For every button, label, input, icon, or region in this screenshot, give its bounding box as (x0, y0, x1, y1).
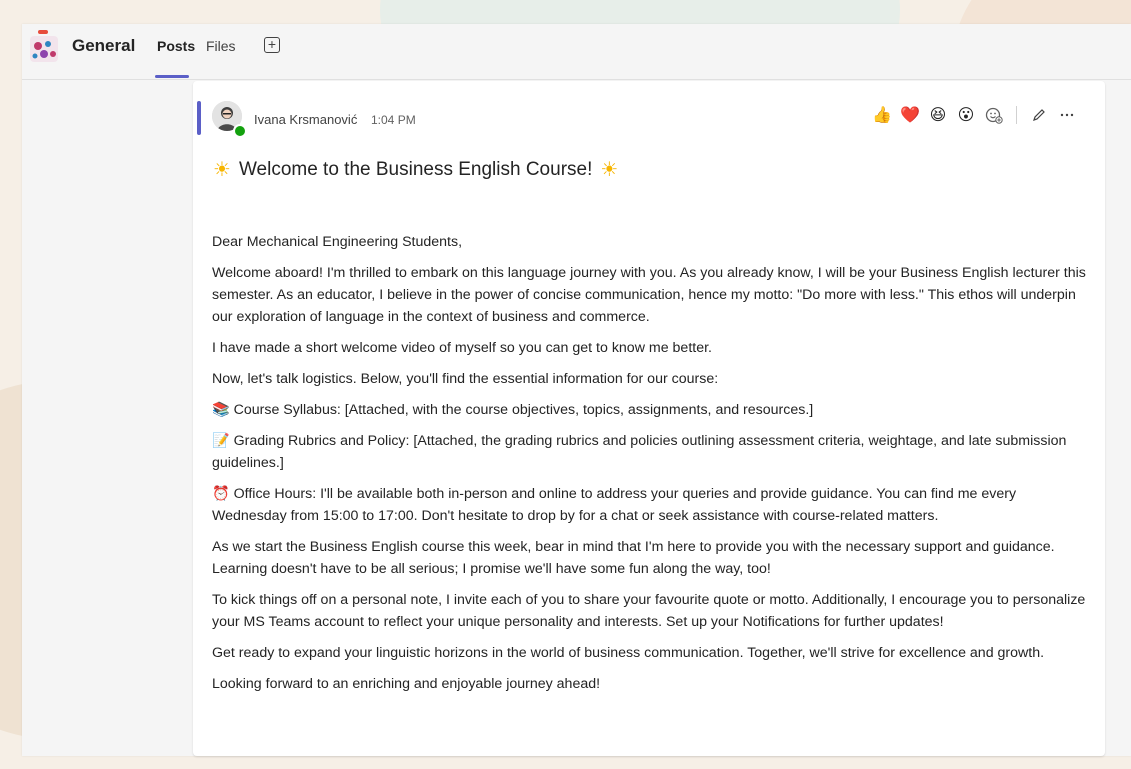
post-paragraph: To kick things off on a personal note, I… (212, 592, 1086, 630)
post-timestamp: 1:04 PM (371, 113, 416, 127)
post-accent-bar (197, 101, 201, 135)
teams-channel-window: General Posts Files + Ivana Krsmanović 1… (22, 24, 1131, 756)
channel-header: General Posts Files + (22, 24, 1131, 80)
author-name[interactable]: Ivana Krsmanović (254, 112, 357, 127)
heart-reaction-icon[interactable]: ❤️ (900, 105, 920, 125)
post-paragraph: I have made a short welcome video of mys… (212, 340, 712, 356)
reaction-bar: 👍 ❤️ 😆 😮 (872, 103, 1077, 127)
post-paragraph-office-hours: ⏰ Office Hours: I'll be available both i… (212, 486, 1017, 524)
channel-post: Ivana Krsmanović 1:04 PM 👍 ❤️ 😆 😮 ☀ Welc… (193, 81, 1105, 756)
post-body: Dear Mechanical Engineering Students, We… (212, 231, 1087, 704)
post-paragraph-syllabus: 📚 Course Syllabus: [Attached, with the c… (212, 402, 814, 418)
sun-icon: ☀ (213, 159, 231, 181)
channel-title: General (72, 36, 136, 55)
post-paragraph: Now, let's talk logistics. Below, you'll… (212, 371, 719, 387)
alarm-clock-icon: ⏰ (212, 486, 230, 502)
presence-available-icon (233, 124, 247, 138)
add-reaction-icon[interactable] (984, 105, 1004, 125)
more-options-icon[interactable] (1057, 105, 1077, 125)
post-paragraph: Dear Mechanical Engineering Students, (212, 234, 463, 250)
tab-posts[interactable]: Posts (157, 38, 195, 54)
team-avatar-icon[interactable] (28, 28, 60, 64)
tab-files[interactable]: Files (206, 38, 236, 54)
memo-icon: 📝 (212, 433, 230, 449)
post-paragraph: As we start the Business English course … (212, 539, 1055, 577)
add-tab-button[interactable]: + (264, 37, 280, 53)
active-tab-indicator (155, 75, 189, 78)
post-paragraph: Looking forward to an enriching and enjo… (212, 676, 601, 692)
books-icon: 📚 (212, 402, 230, 418)
edit-icon[interactable] (1029, 105, 1049, 125)
laugh-reaction-icon[interactable]: 😆 (928, 105, 948, 125)
sun-icon: ☀ (600, 159, 619, 181)
thumbs-up-reaction-icon[interactable]: 👍 (872, 105, 892, 125)
post-paragraph: Get ready to expand your linguistic hori… (212, 645, 1045, 661)
post-subject-text: Welcome to the Business English Course! (238, 158, 593, 180)
toolbar-divider (1016, 106, 1017, 124)
post-paragraph-grading: 📝 Grading Rubrics and Policy: [Attached,… (212, 433, 1067, 471)
post-paragraph: Welcome aboard! I'm thrilled to embark o… (212, 265, 1086, 325)
post-subject: ☀ Welcome to the Business English Course… (213, 157, 618, 182)
plus-icon: + (267, 36, 277, 52)
surprised-reaction-icon[interactable]: 😮 (956, 105, 976, 125)
